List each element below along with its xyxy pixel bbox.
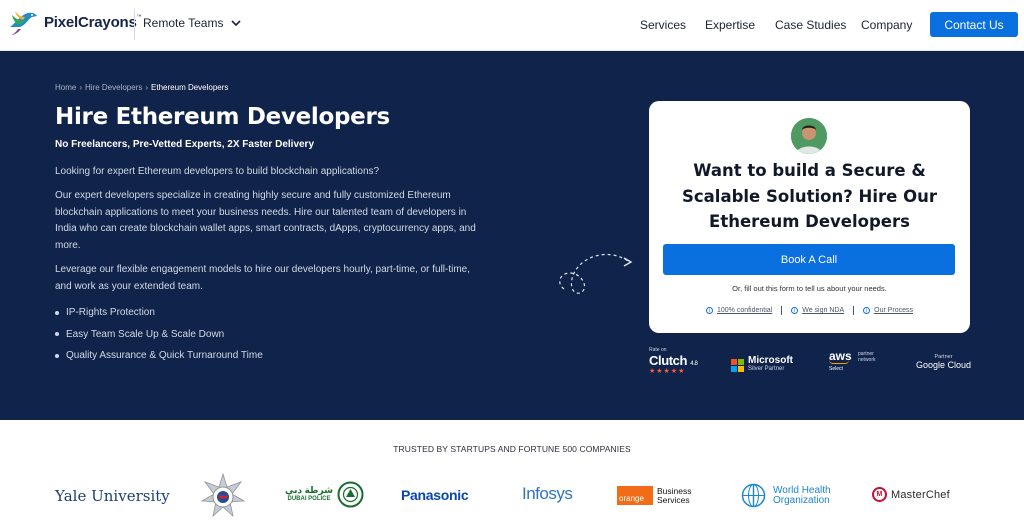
- avatar: [791, 118, 827, 154]
- remote-teams-label: Remote Teams: [143, 16, 224, 30]
- client-logos: Yale University شرطة دبي DUBAI POLICE Pa…: [0, 470, 1024, 522]
- nav-company[interactable]: Company: [861, 18, 912, 32]
- breadcrumb-separator: ›: [145, 83, 149, 92]
- header-divider: [134, 9, 135, 40]
- bullet-icon: [55, 332, 59, 337]
- masterchef-emblem-icon: M: [872, 487, 887, 502]
- benefit-text: Quality Assurance & Quick Turnaround Tim…: [66, 350, 263, 362]
- dashed-arrow-icon: [559, 253, 633, 294]
- masterchef-text: MasterChef: [891, 488, 950, 501]
- hero-intro-paragraph: Looking for expert Ethereum developers t…: [55, 166, 380, 177]
- remote-teams-dropdown[interactable]: Remote Teams: [143, 16, 242, 30]
- benefit-text: Easy Team Scale Up & Scale Down: [66, 328, 225, 340]
- breadcrumb-hire-developers[interactable]: Hire Developers: [85, 83, 142, 92]
- cta-title: Want to build a Secure & Scalable Soluti…: [681, 161, 937, 231]
- person-avatar-icon: [791, 118, 827, 154]
- contact-us-button[interactable]: Contact Us: [930, 12, 1018, 37]
- who-emblem-icon: [741, 483, 766, 508]
- orange-box: orange: [617, 486, 653, 505]
- panasonic-logo: Panasonic: [401, 487, 469, 503]
- nav-services[interactable]: Services: [640, 18, 686, 32]
- nav-case-studies[interactable]: Case Studies: [775, 18, 846, 32]
- hero-description-paragraph: Our expert developers specialize in crea…: [55, 190, 476, 251]
- badge-nda[interactable]: i We sign NDA: [791, 307, 844, 314]
- trust-badges: i 100% confidential i We sign NDA i Our Pro…: [649, 306, 970, 315]
- dubai-police-arabic: شرطة دبي: [285, 484, 333, 495]
- who-line2: Organization: [773, 494, 830, 506]
- cta-note: Or, fill out this form to tell us about …: [732, 284, 887, 293]
- bullet-icon: [55, 353, 59, 358]
- clutch-score: 4.8: [690, 361, 698, 367]
- chevron-down-icon: [231, 19, 242, 26]
- aws-name: aws: [829, 349, 852, 363]
- badge-confidential[interactable]: i 100% confidential: [705, 307, 773, 314]
- list-item: Easy Team Scale Up & Scale Down: [55, 324, 263, 346]
- who-line1: World Health: [773, 484, 831, 496]
- nav-expertise[interactable]: Expertise: [705, 18, 755, 32]
- badge-label: Our Process: [874, 307, 914, 314]
- bullet-icon: [55, 310, 59, 315]
- star-rating-icon: ★★★★★: [649, 368, 686, 375]
- google-cloud-name: Google Cloud: [916, 360, 972, 370]
- clutch-rating[interactable]: Rate on Clutch 4.8 ★★★★★: [649, 347, 698, 375]
- breadcrumb-separator: ›: [79, 83, 83, 92]
- list-item: IP-Rights Protection: [55, 302, 263, 324]
- breadcrumb-home[interactable]: Home: [55, 83, 76, 92]
- book-a-call-button[interactable]: Book A Call: [663, 244, 955, 275]
- google-cloud-partner-badge[interactable]: Partner Google Cloud: [916, 354, 971, 370]
- infosys-logo: Infosys: [522, 484, 573, 503]
- list-item: Quality Assurance & Quick Turnaround Tim…: [55, 345, 263, 367]
- dubai-police-text: DUBAI POLICE: [287, 495, 331, 502]
- logo-trademark: ™: [136, 13, 142, 20]
- aws-partner-network: partner network: [858, 351, 876, 363]
- badge-label: We sign NDA: [802, 307, 845, 314]
- info-icon: i: [863, 307, 871, 314]
- info-icon: i: [705, 307, 713, 314]
- hummingbird-icon: [10, 11, 37, 35]
- breadcrumb: Home › Hire Developers › Ethereum Develo…: [55, 83, 228, 92]
- badge-process[interactable]: i Our Process: [863, 307, 913, 314]
- hero-subtitle: No Freelancers, Pre-Vetted Experts, 2X F…: [55, 139, 315, 150]
- site-header: PixelCrayons™ Remote Teams Services Expe…: [0, 0, 1024, 51]
- badge-divider: [853, 306, 855, 315]
- logo[interactable]: PixelCrayons™: [6, 5, 142, 39]
- logo-text: PixelCrayons: [44, 13, 137, 31]
- microsoft-partner-badge[interactable]: Microsoft Silver Partner: [731, 356, 793, 374]
- badge-label: 100% confidential: [716, 307, 773, 314]
- masterchef-logo: M MasterChef: [872, 487, 950, 502]
- breadcrumb-current: Ethereum Developers: [151, 83, 229, 92]
- aws-partner-badge[interactable]: aws partner network Select: [829, 349, 876, 372]
- who-logo: World Health Organization: [738, 482, 831, 509]
- police-star-icon: [200, 473, 246, 521]
- microsoft-logo-icon: [731, 358, 744, 372]
- benefit-text: IP-Rights Protection: [66, 307, 155, 319]
- trusted-title: TRUSTED BY STARTUPS AND FORTUNE 500 COMP…: [393, 444, 631, 454]
- info-icon: i: [791, 307, 799, 314]
- hero-engagement-paragraph: Leverage our flexible engagement models …: [55, 264, 471, 292]
- orange-services-text: Services: [657, 494, 690, 505]
- microsoft-level: Silver Partner: [748, 366, 785, 372]
- page-title: Hire Ethereum Developers: [55, 104, 390, 130]
- cta-card: Want to build a Secure & Scalable Soluti…: [649, 101, 970, 333]
- orange-business-logo: orange Business Services: [617, 486, 692, 505]
- aws-select: Select: [829, 366, 843, 372]
- dubai-police-logo: شرطة دبي DUBAI POLICE: [285, 481, 364, 508]
- hero-section: Home › Hire Developers › Ethereum Develo…: [0, 51, 1024, 420]
- benefits-list: IP-Rights Protection Easy Team Scale Up …: [55, 302, 263, 367]
- badge-divider: [781, 306, 783, 315]
- yale-logo: Yale University: [55, 487, 170, 505]
- dubai-police-emblem-icon: [337, 481, 364, 508]
- clutch-name: Clutch: [649, 353, 688, 368]
